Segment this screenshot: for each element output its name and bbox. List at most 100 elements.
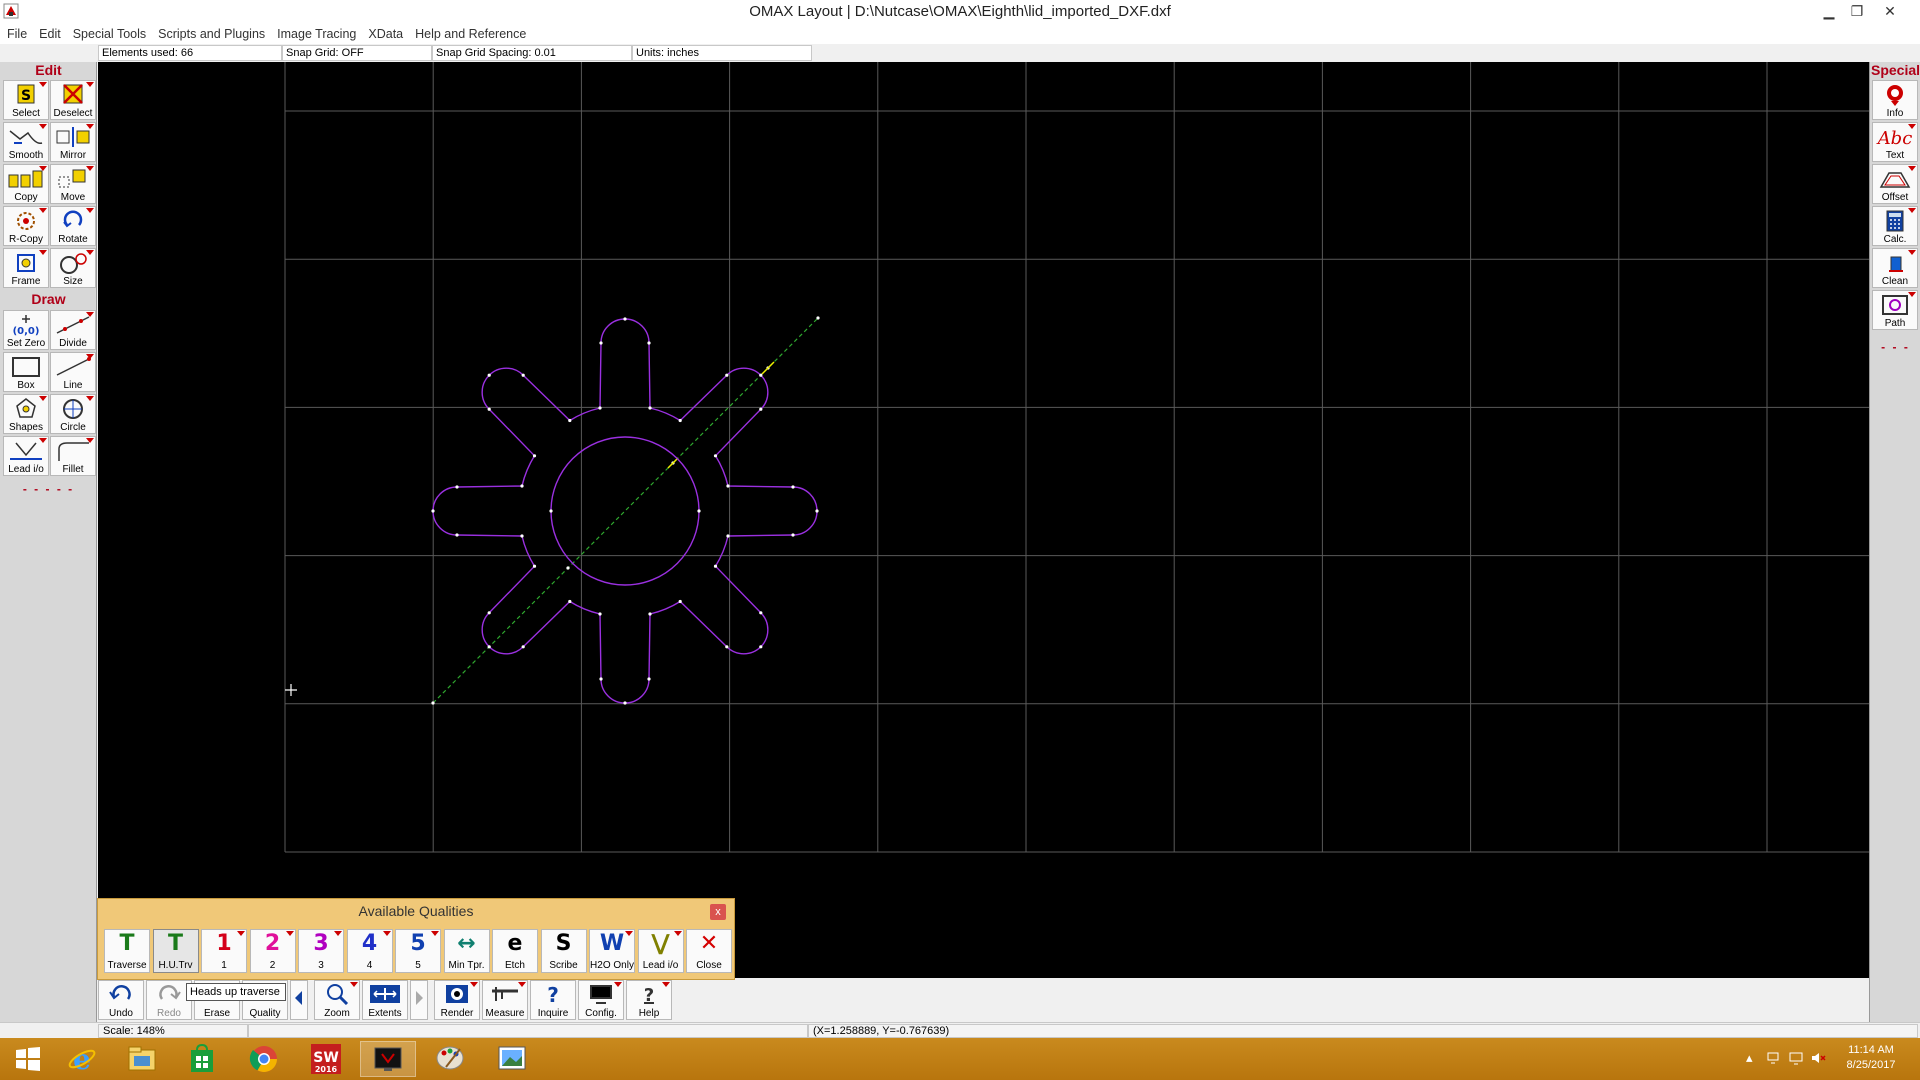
taskbar-ie[interactable]: e (54, 1041, 110, 1077)
traverse-highlight (667, 457, 679, 469)
vertex-dot (759, 611, 763, 615)
center-hole[interactable] (549, 436, 701, 586)
extents-button[interactable]: Extents (362, 980, 408, 1020)
status-bar: Scale: 148% (X=1.258889, Y=-0.767639) (0, 1022, 1920, 1038)
menu-file[interactable]: File (0, 24, 33, 44)
restore-button[interactable]: ❐ (1843, 1, 1871, 21)
quality-3-button[interactable]: 33 (298, 929, 344, 973)
box-tool[interactable]: Box (3, 352, 49, 392)
quality-glyph-icon: ↔ (457, 931, 476, 956)
menu-image-tracing[interactable]: Image Tracing (271, 24, 362, 44)
tray-monitor-icon[interactable] (1788, 1050, 1804, 1069)
snap-grid-field[interactable]: Snap Grid: OFF (282, 45, 432, 61)
qualities-close-button[interactable]: x (710, 904, 726, 920)
units-field[interactable]: Units: inches (632, 45, 812, 61)
canvas-svg[interactable] (98, 62, 1869, 978)
select-tool[interactable]: S Select (3, 80, 49, 120)
volume-muted-icon (1812, 1053, 1826, 1063)
help-button[interactable]: ? Help (626, 980, 672, 1020)
text-tool[interactable]: Abc Text (1872, 122, 1918, 162)
snap-spacing-field[interactable]: Snap Grid Spacing: 0.01 (432, 45, 632, 61)
circle-tool[interactable]: Circle (50, 394, 96, 434)
tray-network-icon[interactable] (1766, 1050, 1782, 1069)
minimize-button[interactable]: ▁ (1815, 1, 1843, 21)
quality-5-button[interactable]: 55 (395, 929, 441, 973)
vertex-dot (648, 612, 652, 616)
render-button[interactable]: Render (434, 980, 480, 1020)
available-qualities-panel: Available Qualities x T Traverse T H.U.Trv 1… (97, 898, 735, 980)
quality-min-tpr-button[interactable]: ↔ Min Tpr. (443, 929, 490, 973)
quality-h-u-trv-button[interactable]: T H.U.Trv (152, 929, 199, 973)
menu-edit[interactable]: Edit (33, 24, 67, 44)
line-tool[interactable]: Line (50, 352, 96, 392)
frame-tool[interactable]: Frame (3, 248, 49, 288)
taskbar-store[interactable] (174, 1041, 230, 1077)
quality-glyph-icon: ✕ (699, 931, 719, 956)
vertex-dot (599, 341, 603, 345)
quality-4-button[interactable]: 44 (346, 929, 393, 973)
taskbar-chrome[interactable] (236, 1041, 292, 1077)
window-title: OMAX Layout | D:\Nutcase\OMAX\Eighth\lid… (749, 3, 1171, 20)
taskbar-explorer[interactable] (114, 1041, 170, 1077)
quality-traverse-button[interactable]: T Traverse (104, 929, 150, 973)
taskbar-omax-layout[interactable] (360, 1041, 416, 1077)
quality-2-button[interactable]: 22 (249, 929, 296, 973)
quality-label: 2 (269, 960, 276, 971)
taskbar-clock[interactable]: 11:14 AM 8/25/2017 (1836, 1043, 1906, 1073)
taskbar-photos[interactable] (484, 1041, 540, 1077)
file-explorer-icon (128, 1046, 156, 1071)
vertex-dot (487, 645, 491, 649)
quality-scribe-button[interactable]: S Scribe (540, 929, 587, 973)
rotate-tool[interactable]: Rotate (50, 206, 96, 246)
menu-help-and-reference[interactable]: Help and Reference (409, 24, 532, 44)
size-tool[interactable]: Size (50, 248, 96, 288)
tray-volume-icon[interactable] (1810, 1050, 1826, 1069)
smooth-tool[interactable]: Smooth (3, 122, 49, 162)
drawing-canvas[interactable] (98, 62, 1869, 978)
clock-time: 11:14 AM (1848, 1044, 1894, 1056)
palette-expander[interactable]: - - - - - (0, 482, 97, 496)
fillet-tool[interactable]: Fillet (50, 436, 96, 476)
quality-1-button[interactable]: 11 (201, 929, 247, 973)
taskbar-solidworks[interactable]: SW 2016 (298, 1041, 354, 1077)
undo-button[interactable]: Undo (98, 980, 144, 1020)
close-window-button[interactable]: ✕ (1876, 1, 1904, 21)
divide-tool[interactable]: Divide (50, 310, 96, 350)
r-copy-tool[interactable]: R-Copy (3, 206, 49, 246)
deselect-tool[interactable]: Deselect (50, 80, 96, 120)
zoom-button[interactable]: Zoom (314, 980, 360, 1020)
vertex-dot (791, 485, 795, 489)
gear-part-outline[interactable] (431, 317, 819, 705)
right-palette-expander[interactable]: - - - (1870, 340, 1920, 354)
taskbar-paint[interactable] (422, 1041, 478, 1077)
show-hidden-icons[interactable]: ▴ (1746, 1050, 1753, 1066)
info-icon (1887, 85, 1903, 106)
config-button[interactable]: Config. (578, 980, 624, 1020)
move-tool[interactable]: Move (50, 164, 96, 204)
set-zero-tool[interactable]: (0,0) Set Zero (3, 310, 49, 350)
menu-special-tools[interactable]: Special Tools (67, 24, 152, 44)
quality-lead-i-o-button[interactable]: ⋁ Lead i/o (637, 929, 684, 973)
start-button[interactable] (0, 1041, 56, 1077)
calc-tool[interactable]: Calc. (1872, 206, 1918, 246)
quality-h2o-only-button[interactable]: W H2O Only (589, 929, 635, 973)
vertex-dot (487, 407, 491, 411)
toolbar-scroll-left[interactable] (290, 980, 308, 1020)
inquire-button[interactable]: ? Inquire (530, 980, 576, 1020)
shapes-tool[interactable]: Shapes (3, 394, 49, 434)
copy-tool[interactable]: Copy (3, 164, 49, 204)
mirror-tool[interactable]: Mirror (50, 122, 96, 162)
lead-io-tool[interactable]: Lead i/o (3, 436, 49, 476)
measure-button[interactable]: Measure (482, 980, 528, 1020)
menu-scripts-and-plugins[interactable]: Scripts and Plugins (152, 24, 271, 44)
quality-etch-button[interactable]: e Etch (492, 929, 538, 973)
path-tool[interactable]: Path (1872, 290, 1918, 330)
info-tool[interactable]: Info (1872, 80, 1918, 120)
vertex-dot (648, 406, 652, 410)
toolbar-scroll-right[interactable] (410, 980, 428, 1020)
menu-xdata[interactable]: XData (362, 24, 409, 44)
offset-tool[interactable]: Offset (1872, 164, 1918, 204)
quality-close-button[interactable]: ✕ Close (686, 929, 732, 973)
edit-section-header: Edit (35, 62, 62, 78)
clean-tool[interactable]: Clean (1872, 248, 1918, 288)
